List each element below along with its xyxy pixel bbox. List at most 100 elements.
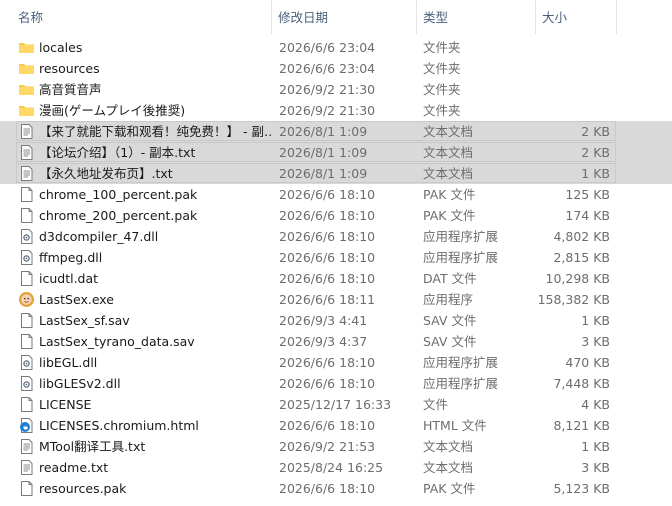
file-type: 应用程序: [423, 292, 474, 307]
blank-file-icon: [18, 396, 35, 413]
file-row[interactable]: LastSex.exe 2026/6/6 18:11 应用程序 158,382 KB: [0, 289, 672, 310]
file-row[interactable]: 【来了就能下载和观看！纯免费！】 - 副… 2026/8/1 1:09 文本文档 2 …: [0, 121, 672, 142]
file-modified-date: 2026/6/6 18:10: [279, 208, 376, 223]
file-modified-date: 2026/6/6 18:11: [279, 292, 376, 307]
file-modified-date: 2025/12/17 16:33: [279, 397, 392, 412]
file-name: chrome_100_percent.pak: [39, 187, 198, 202]
text-file-icon: [18, 123, 35, 140]
file-row[interactable]: libEGL.dll 2026/6/6 18:10 应用程序扩展 470 KB: [0, 352, 672, 373]
file-type: 文件: [423, 397, 449, 412]
file-name: LastSex.exe: [39, 292, 114, 307]
edge-html-icon: [18, 417, 35, 434]
file-name: LastSex_sf.sav: [39, 313, 130, 328]
file-type: 应用程序扩展: [423, 355, 499, 370]
file-type: 应用程序扩展: [423, 250, 499, 265]
file-type: 文本文档: [423, 124, 474, 139]
file-type: PAK 文件: [423, 481, 476, 496]
blank-file-icon: [18, 207, 35, 224]
file-name: readme.txt: [39, 460, 109, 475]
file-type: 文件夹: [423, 40, 461, 55]
file-modified-date: 2026/6/6 18:10: [279, 250, 376, 265]
file-size: 174 KB: [565, 208, 610, 223]
file-row[interactable]: 高音質音声 2026/9/2 21:30 文件夹: [0, 79, 672, 100]
name-column-header[interactable]: 名称: [0, 0, 272, 34]
file-type: 文件夹: [423, 103, 461, 118]
file-modified-date: 2026/6/6 18:10: [279, 187, 376, 202]
dll-file-icon: [18, 375, 35, 392]
file-name: 高音質音声: [39, 82, 102, 97]
file-row[interactable]: resources 2026/6/6 23:04 文件夹: [0, 58, 672, 79]
file-type: SAV 文件: [423, 313, 477, 328]
size-column-header[interactable]: 大小: [536, 0, 617, 34]
dll-file-icon: [18, 249, 35, 266]
file-name: libGLESv2.dll: [39, 376, 121, 391]
file-size: 8,121 KB: [553, 418, 610, 433]
text-file-icon: [18, 144, 35, 161]
file-modified-date: 2025/8/24 16:25: [279, 460, 384, 475]
file-row[interactable]: resources.pak 2026/6/6 18:10 PAK 文件 5,123 K…: [0, 478, 672, 499]
file-row[interactable]: 漫画(ゲームプレイ後推奨) 2026/9/2 21:30 文件夹: [0, 100, 672, 121]
file-modified-date: 2026/6/6 18:10: [279, 376, 376, 391]
file-name: libEGL.dll: [39, 355, 98, 370]
file-modified-date: 2026/6/6 18:10: [279, 271, 376, 286]
file-row[interactable]: icudtl.dat 2026/6/6 18:10 DAT 文件 10,298 KB: [0, 268, 672, 289]
file-name: 【永久地址发布页】.txt: [39, 166, 173, 181]
file-name: resources.pak: [39, 481, 127, 496]
file-row[interactable]: libGLESv2.dll 2026/6/6 18:10 应用程序扩展 7,448 K…: [0, 373, 672, 394]
file-type: HTML 文件: [423, 418, 487, 433]
file-type: SAV 文件: [423, 334, 477, 349]
file-type: PAK 文件: [423, 208, 476, 223]
file-row[interactable]: LICENSE 2025/12/17 16:33 文件 4 KB: [0, 394, 672, 415]
file-size: 1 KB: [581, 313, 610, 328]
file-row[interactable]: chrome_100_percent.pak 2026/6/6 18:10 PAK …: [0, 184, 672, 205]
file-name: LICENSES.chromium.html: [39, 418, 199, 433]
file-name: 漫画(ゲームプレイ後推奨): [39, 103, 186, 118]
file-row[interactable]: LICENSES.chromium.html 2026/6/6 18:10 HTML…: [0, 415, 672, 436]
date-column-header[interactable]: 修改日期: [272, 0, 417, 34]
file-row[interactable]: ffmpeg.dll 2026/6/6 18:10 应用程序扩展 2,815 KB: [0, 247, 672, 268]
file-type: 文件夹: [423, 61, 461, 76]
file-row[interactable]: 【论坛介绍】（1）- 副本.txt 2026/8/1 1:09 文本文档 2 KB: [0, 142, 672, 163]
file-modified-date: 2026/6/6 18:10: [279, 481, 376, 496]
file-name: resources: [39, 61, 100, 76]
folder-icon: [18, 102, 35, 119]
file-type: 文件夹: [423, 82, 461, 97]
file-name: 【来了就能下载和观看！纯免费！】 - 副…: [39, 124, 271, 139]
dll-file-icon: [18, 228, 35, 245]
file-row[interactable]: MTool翻译工具.txt 2026/9/2 21:53 文本文档 1 KB: [0, 436, 672, 457]
file-type: PAK 文件: [423, 187, 476, 202]
file-type: 文本文档: [423, 166, 474, 181]
file-modified-date: 2026/9/3 4:37: [279, 334, 368, 349]
file-modified-date: 2026/8/1 1:09: [279, 166, 368, 181]
file-size: 2 KB: [581, 145, 610, 160]
sort-ascending-icon: [136, 0, 148, 4]
folder-icon: [18, 39, 35, 56]
dll-file-icon: [18, 354, 35, 371]
text-file-icon: [18, 438, 35, 455]
file-type: 文本文档: [423, 145, 474, 160]
file-name: LICENSE: [39, 397, 92, 412]
file-size: 3 KB: [581, 460, 610, 475]
file-row[interactable]: 【永久地址发布页】.txt 2026/8/1 1:09 文本文档 1 KB: [0, 163, 672, 184]
file-row[interactable]: d3dcompiler_47.dll 2026/6/6 18:10 应用程序扩展 4,…: [0, 226, 672, 247]
file-row[interactable]: LastSex_tyrano_data.sav 2026/9/3 4:37 SAV …: [0, 331, 672, 352]
file-name: locales: [39, 40, 83, 55]
type-column-header[interactable]: 类型: [417, 0, 536, 34]
file-size: 7,448 KB: [553, 376, 610, 391]
file-type: 文本文档: [423, 460, 474, 475]
file-row[interactable]: chrome_200_percent.pak 2026/6/6 18:10 PAK …: [0, 205, 672, 226]
file-row[interactable]: readme.txt 2025/8/24 16:25 文本文档 3 KB: [0, 457, 672, 478]
app-exe-icon: [18, 291, 35, 308]
type-column-label: 类型: [423, 10, 449, 25]
file-modified-date: 2026/8/1 1:09: [279, 124, 368, 139]
file-row[interactable]: LastSex_sf.sav 2026/9/3 4:41 SAV 文件 1 KB: [0, 310, 672, 331]
file-type: 应用程序扩展: [423, 376, 499, 391]
file-size: 125 KB: [565, 187, 610, 202]
file-size: 2 KB: [581, 124, 610, 139]
file-row[interactable]: locales 2026/6/6 23:04 文件夹: [0, 37, 672, 58]
file-size: 1 KB: [581, 166, 610, 181]
file-type: 文本文档: [423, 439, 474, 454]
file-modified-date: 2026/9/3 4:41: [279, 313, 368, 328]
file-modified-date: 2026/6/6 18:10: [279, 418, 376, 433]
file-name: LastSex_tyrano_data.sav: [39, 334, 195, 349]
